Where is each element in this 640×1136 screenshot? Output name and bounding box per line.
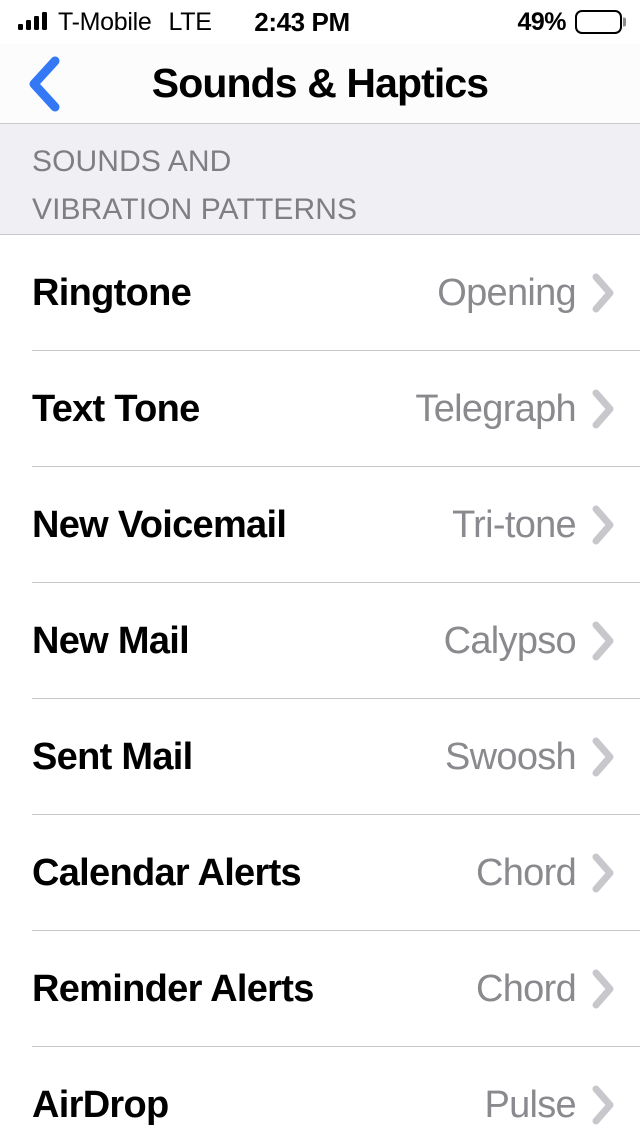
back-button[interactable] (8, 44, 80, 123)
section-header: SOUNDS AND VIBRATION PATTERNS (0, 123, 640, 235)
status-bar-right: 49% (517, 7, 626, 37)
settings-row-label: Ringtone (32, 271, 192, 314)
battery-icon (575, 10, 626, 34)
radio-type-label: LTE (168, 7, 212, 36)
status-bar: T-Mobile LTE 2:43 PM 49% (0, 0, 640, 44)
chevron-right-icon (592, 389, 614, 429)
settings-table: Ringtone Opening Text Tone Telegraph New Voi… (0, 235, 640, 1136)
settings-row-label: AirDrop (32, 1083, 169, 1126)
chevron-right-icon (592, 853, 614, 893)
settings-row-value-group: Chord (476, 968, 616, 1011)
settings-row-value-group: Pulse (484, 1084, 616, 1127)
settings-row[interactable]: Text Tone Telegraph (0, 351, 640, 467)
settings-row-value-group: Opening (437, 272, 616, 315)
carrier-label: T-Mobile (58, 7, 152, 36)
settings-row[interactable]: New Mail Calypso (0, 583, 640, 699)
settings-row-label: Reminder Alerts (32, 967, 314, 1010)
settings-row-label: New Mail (32, 619, 190, 662)
settings-row[interactable]: Ringtone Opening (0, 235, 640, 351)
settings-row-value-group: Chord (476, 852, 616, 895)
settings-row-label: New Voicemail (32, 503, 287, 546)
settings-row-value: Chord (476, 851, 577, 894)
status-bar-left: T-Mobile LTE (18, 8, 212, 37)
settings-row[interactable]: New Voicemail Tri-tone (0, 467, 640, 583)
settings-row-value-group: Calypso (444, 620, 616, 663)
chevron-right-icon (592, 1085, 614, 1125)
settings-row-value: Opening (437, 271, 576, 314)
settings-row-value-group: Swoosh (445, 736, 616, 779)
settings-row-value-group: Tri-tone (452, 504, 616, 547)
settings-row-label: Text Tone (32, 387, 200, 430)
chevron-left-icon (29, 56, 60, 111)
page-title: Sounds & Haptics (151, 60, 489, 106)
chevron-right-icon (592, 273, 614, 313)
settings-row-value: Pulse (484, 1083, 576, 1126)
navigation-bar: Sounds & Haptics (0, 44, 640, 123)
cellular-signal-icon (18, 12, 47, 31)
settings-row-value: Swoosh (445, 735, 577, 778)
settings-row[interactable]: Reminder Alerts Chord (0, 931, 640, 1047)
settings-row-value-group: Telegraph (415, 388, 616, 431)
chevron-right-icon (592, 505, 614, 545)
battery-percent-label: 49% (517, 7, 566, 36)
chevron-right-icon (592, 969, 614, 1009)
clock-label: 2:43 PM (254, 6, 350, 37)
settings-row[interactable]: Calendar Alerts Chord (0, 815, 640, 931)
settings-row-label: Sent Mail (32, 735, 193, 778)
settings-row-value: Calypso (443, 619, 577, 662)
settings-row[interactable]: Sent Mail Swoosh (0, 699, 640, 815)
settings-row-value: Telegraph (415, 387, 576, 430)
settings-row[interactable]: AirDrop Pulse (0, 1047, 640, 1136)
settings-row-value: Chord (476, 967, 577, 1010)
settings-screen: T-Mobile LTE 2:43 PM 49% Sounds & Haptic… (0, 0, 640, 1136)
chevron-right-icon (592, 621, 614, 661)
settings-row-label: Calendar Alerts (32, 851, 302, 894)
section-header-label: SOUNDS AND VIBRATION PATTERNS (32, 145, 358, 226)
settings-row-value: Tri-tone (452, 503, 577, 546)
chevron-right-icon (592, 737, 614, 777)
